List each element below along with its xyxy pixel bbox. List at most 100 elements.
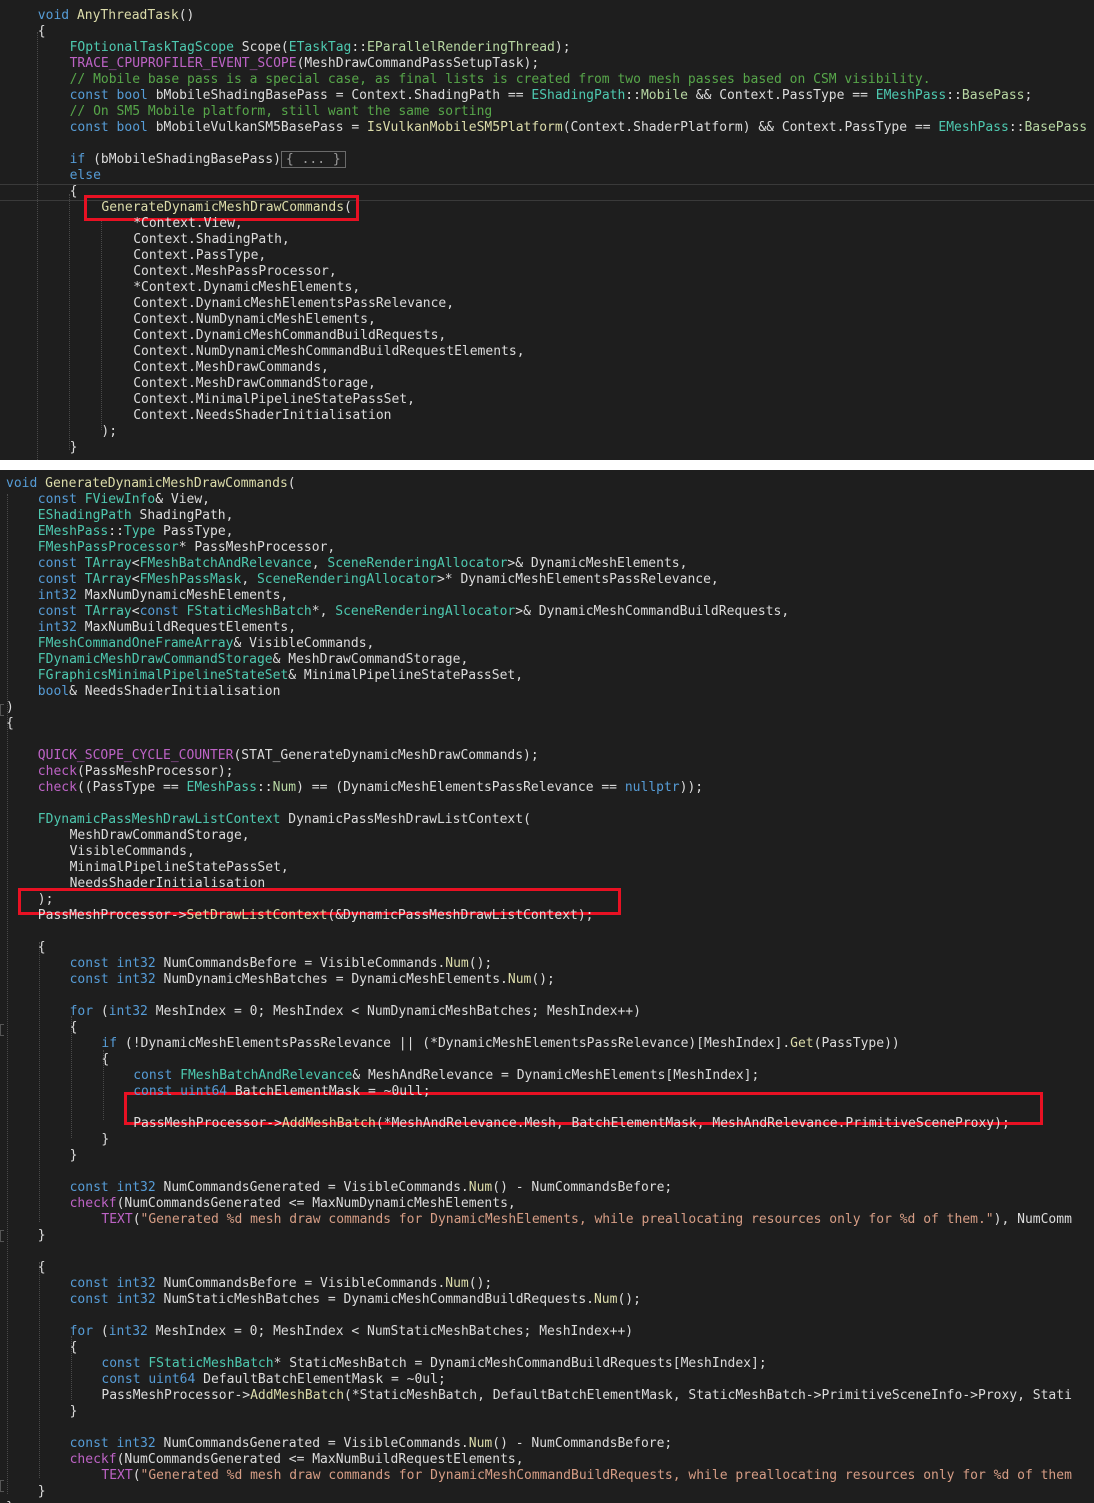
code-token: (&DynamicPassMeshDrawListContext);	[327, 908, 594, 923]
code-token: Num	[445, 1276, 469, 1291]
code-line[interactable]: {	[101, 1052, 109, 1068]
code-token: checkf	[69, 1452, 117, 1467]
code-line[interactable]: void GenerateDynamicMeshDrawCommands(	[6, 476, 296, 492]
code-line[interactable]: {	[38, 24, 46, 40]
code-line[interactable]: {	[70, 1340, 78, 1356]
code-line[interactable]: }	[38, 1484, 46, 1500]
code-line[interactable]: int32 MaxNumBuildRequestElements,	[38, 620, 296, 636]
code-line[interactable]: FOptionalTaskTagScope Scope(ETaskTag::EP…	[70, 40, 571, 56]
code-line[interactable]: {	[70, 184, 78, 200]
code-editor-panel-any-thread-task[interactable]: void AnyThreadTask(){FOptionalTaskTagSco…	[0, 0, 1094, 460]
code-token: }	[69, 440, 78, 455]
code-line[interactable]: PassMeshProcessor->AddMeshBatch(*StaticM…	[101, 1388, 1072, 1404]
code-line[interactable]: const bool bMobileShadingBasePass = Cont…	[70, 88, 1033, 104]
code-line[interactable]: NeedsShaderInitialisation	[70, 876, 266, 892]
code-line[interactable]: const FViewInfo& View,	[38, 492, 210, 508]
fold-marker[interactable]	[0, 1024, 4, 1036]
code-line[interactable]: {	[38, 1260, 46, 1276]
code-line[interactable]: // Mobile base pass is a special case, a…	[70, 72, 931, 88]
code-line[interactable]: FGraphicsMinimalPipelineStateSet& Minima…	[38, 668, 523, 684]
code-token: }	[101, 1132, 110, 1147]
code-line[interactable]: const FStaticMeshBatch* StaticMeshBatch …	[101, 1356, 766, 1372]
code-line[interactable]: {	[70, 1020, 78, 1036]
code-line[interactable]: const uint64 BatchElementMask = ~0ull;	[133, 1084, 430, 1100]
code-line[interactable]: }	[38, 1228, 46, 1244]
code-line[interactable]: Context.NeedsShaderInitialisation	[133, 408, 391, 424]
code-line[interactable]: }	[70, 1404, 78, 1420]
code-line[interactable]: *Context.DynamicMeshElements,	[133, 280, 360, 296]
code-token: const bool	[69, 120, 156, 135]
code-line[interactable]: bool& NeedsShaderInitialisation	[38, 684, 281, 700]
code-line[interactable]: checkf(NumCommandsGenerated <= MaxNumBui…	[70, 1452, 524, 1468]
code-line[interactable]: const int32 NumDynamicMeshBatches = Dyna…	[70, 972, 555, 988]
code-line[interactable]: MeshDrawCommandStorage,	[70, 828, 250, 844]
code-line[interactable]: Context.MeshPassProcessor,	[133, 264, 337, 280]
code-line[interactable]: GenerateDynamicMeshDrawCommands(	[101, 200, 351, 216]
code-token: const int32	[69, 956, 156, 971]
code-line[interactable]: FMeshPassProcessor* PassMeshProcessor,	[38, 540, 335, 556]
code-line[interactable]: Context.ShadingPath,	[133, 232, 290, 248]
code-line[interactable]: EShadingPath ShadingPath,	[38, 508, 234, 524]
code-line[interactable]: Context.MinimalPipelineStatePassSet,	[133, 392, 415, 408]
code-line[interactable]: Context.DynamicMeshCommandBuildRequests,	[133, 328, 446, 344]
code-line[interactable]: const bool bMobileVulkanSM5BasePass = Is…	[70, 120, 1088, 136]
code-token: Context.MeshDrawCommandStorage,	[133, 376, 376, 391]
code-line[interactable]: MinimalPipelineStatePassSet,	[70, 860, 289, 876]
code-line[interactable]: VisibleCommands,	[70, 844, 195, 860]
code-line[interactable]: const TArray<FMeshPassMask, SceneRenderi…	[38, 572, 719, 588]
code-line[interactable]: const int32 NumStaticMeshBatches = Dynam…	[70, 1292, 641, 1308]
code-line[interactable]: TRACE_CPUPROFILER_EVENT_SCOPE(MeshDrawCo…	[70, 56, 540, 72]
code-line[interactable]: {	[38, 940, 46, 956]
code-line[interactable]: TEXT("Generated %d mesh draw commands fo…	[101, 1212, 1072, 1228]
code-line[interactable]: else	[70, 168, 101, 184]
code-line[interactable]: PassMeshProcessor->SetDrawListContext(&D…	[38, 908, 594, 924]
code-line[interactable]: check(PassMeshProcessor);	[38, 764, 234, 780]
code-line[interactable]: Context.PassType,	[133, 248, 266, 264]
code-line[interactable]: {	[6, 716, 14, 732]
code-token: {	[69, 184, 78, 199]
code-line[interactable]: PassMeshProcessor->AddMeshBatch(*MeshAnd…	[133, 1116, 1010, 1132]
code-line[interactable]: }	[70, 1148, 78, 1164]
code-line[interactable]: check((PassType == EMeshPass::Num) == (D…	[38, 780, 703, 796]
code-line[interactable]: EMeshPass::Type PassType,	[38, 524, 234, 540]
code-line[interactable]: for (int32 MeshIndex = 0; MeshIndex < Nu…	[70, 1324, 634, 1340]
collapsed-region-indicator[interactable]: { ... }	[280, 151, 346, 168]
fold-marker[interactable]	[0, 704, 4, 716]
code-line[interactable]: );	[101, 424, 117, 440]
code-line[interactable]: TEXT("Generated %d mesh draw commands fo…	[101, 1468, 1072, 1484]
code-line[interactable]: QUICK_SCOPE_CYCLE_COUNTER(STAT_GenerateD…	[38, 748, 539, 764]
code-line[interactable]: const int32 NumCommandsBefore = VisibleC…	[70, 1276, 493, 1292]
code-line[interactable]: Context.NumDynamicMeshCommandBuildReques…	[133, 344, 524, 360]
code-line[interactable]: const int32 NumCommandsGenerated = Visib…	[70, 1180, 673, 1196]
code-line[interactable]: const TArray<const FStaticMeshBatch*, Sc…	[38, 604, 789, 620]
code-line[interactable]: *Context.View,	[133, 216, 243, 232]
code-line[interactable]: if (bMobileShadingBasePass){ ... }	[70, 151, 346, 168]
code-line[interactable]: );	[38, 892, 54, 908]
code-line[interactable]: for (int32 MeshIndex = 0; MeshIndex < Nu…	[70, 1004, 641, 1020]
code-line[interactable]: void AnyThreadTask()	[38, 8, 195, 24]
fold-marker[interactable]	[0, 1230, 4, 1242]
code-token: Num	[445, 956, 469, 971]
code-line[interactable]: Context.NumDynamicMeshElements,	[133, 312, 376, 328]
code-line[interactable]: const TArray<FMeshBatchAndRelevance, Sce…	[38, 556, 688, 572]
code-line[interactable]: int32 MaxNumDynamicMeshElements,	[38, 588, 288, 604]
code-line[interactable]: const int32 NumCommandsGenerated = Visib…	[70, 1436, 673, 1452]
code-line[interactable]: Context.MeshDrawCommandStorage,	[133, 376, 376, 392]
code-line[interactable]: }	[70, 440, 78, 456]
code-token: PassMeshProcessor->	[37, 908, 187, 923]
code-line[interactable]: if (!DynamicMeshElementsPassRelevance ||…	[101, 1036, 899, 1052]
code-line[interactable]: const int32 NumCommandsBefore = VisibleC…	[70, 956, 493, 972]
code-line[interactable]: // On SM5 Mobile platform, still want th…	[70, 104, 493, 120]
code-line[interactable]: const uint64 DefaultBatchElementMask = ~…	[101, 1372, 445, 1388]
code-line[interactable]: Context.MeshDrawCommands,	[133, 360, 329, 376]
code-line[interactable]: Context.DynamicMeshElementsPassRelevance…	[133, 296, 454, 312]
fold-marker[interactable]	[0, 1480, 4, 1492]
code-editor-panel-generate-dynamic-mesh-draw-commands[interactable]: void GenerateDynamicMeshDrawCommands(con…	[0, 470, 1094, 1503]
code-line[interactable]: )	[6, 700, 14, 716]
code-line[interactable]: }	[101, 1132, 109, 1148]
code-line[interactable]: checkf(NumCommandsGenerated <= MaxNumDyn…	[70, 1196, 516, 1212]
code-line[interactable]: FMeshCommandOneFrameArray& VisibleComman…	[38, 636, 375, 652]
code-line[interactable]: FDynamicPassMeshDrawListContext DynamicP…	[38, 812, 531, 828]
code-line[interactable]: const FMeshBatchAndRelevance& MeshAndRel…	[133, 1068, 759, 1084]
code-line[interactable]: FDynamicMeshDrawCommandStorage& MeshDraw…	[38, 652, 468, 668]
